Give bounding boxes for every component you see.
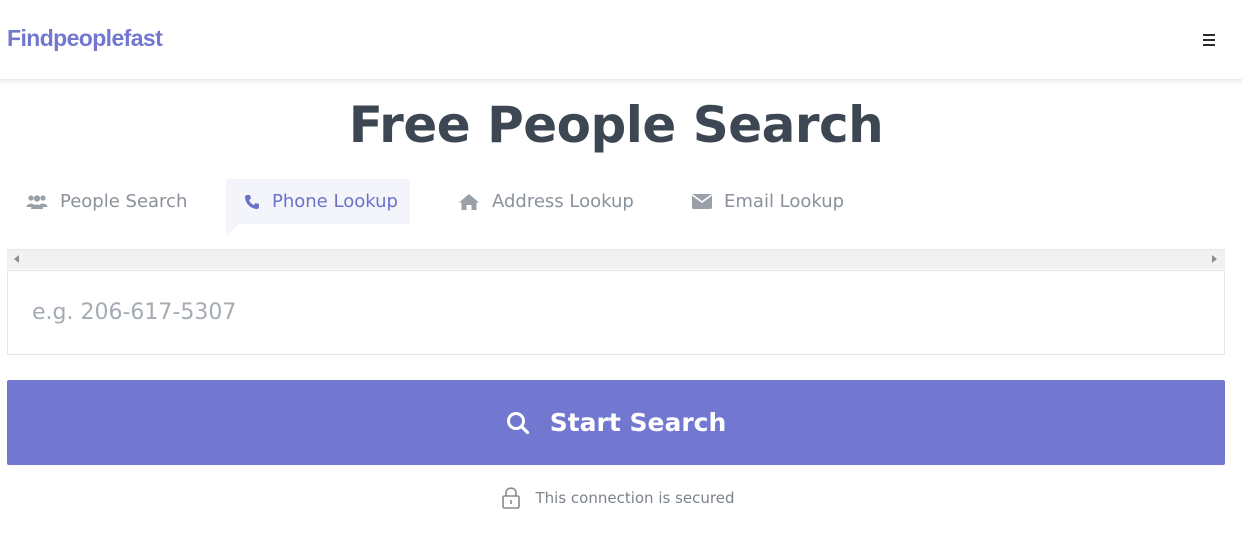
start-search-label: Start Search [549, 408, 727, 437]
menu-line [1203, 34, 1215, 36]
tab-address-lookup[interactable]: Address Lookup [458, 179, 634, 224]
home-icon [458, 193, 480, 211]
horizontal-scrollbar[interactable] [7, 249, 1225, 269]
tab-label: Phone Lookup [272, 191, 398, 212]
menu-line [1203, 39, 1215, 41]
tab-label: Address Lookup [492, 191, 634, 212]
top-navbar: Findpeoplefast [0, 0, 1242, 80]
people-icon [26, 194, 48, 210]
scroll-left-arrow-icon[interactable] [14, 255, 19, 263]
tab-people-search[interactable]: People Search [26, 179, 187, 224]
tab-label: People Search [60, 191, 188, 212]
secure-connection-note: This connection is secured [0, 487, 1236, 509]
phone-icon [244, 194, 260, 210]
scroll-right-arrow-icon[interactable] [1212, 255, 1217, 263]
envelope-icon [692, 194, 712, 209]
tab-phone-lookup[interactable]: Phone Lookup [226, 179, 410, 237]
page-title: Free People Search [348, 96, 884, 154]
tab-email-lookup[interactable]: Email Lookup [692, 179, 844, 224]
site-logo[interactable]: Findpeoplefast [7, 25, 163, 52]
tab-label: Email Lookup [724, 191, 845, 212]
lock-icon [501, 487, 520, 509]
hamburger-menu-icon[interactable] [1200, 31, 1220, 49]
phone-search-input[interactable] [7, 270, 1225, 355]
search-icon [506, 411, 530, 435]
secure-text: This connection is secured [535, 489, 735, 507]
menu-line [1203, 44, 1215, 46]
start-search-button[interactable]: Start Search [7, 380, 1225, 465]
